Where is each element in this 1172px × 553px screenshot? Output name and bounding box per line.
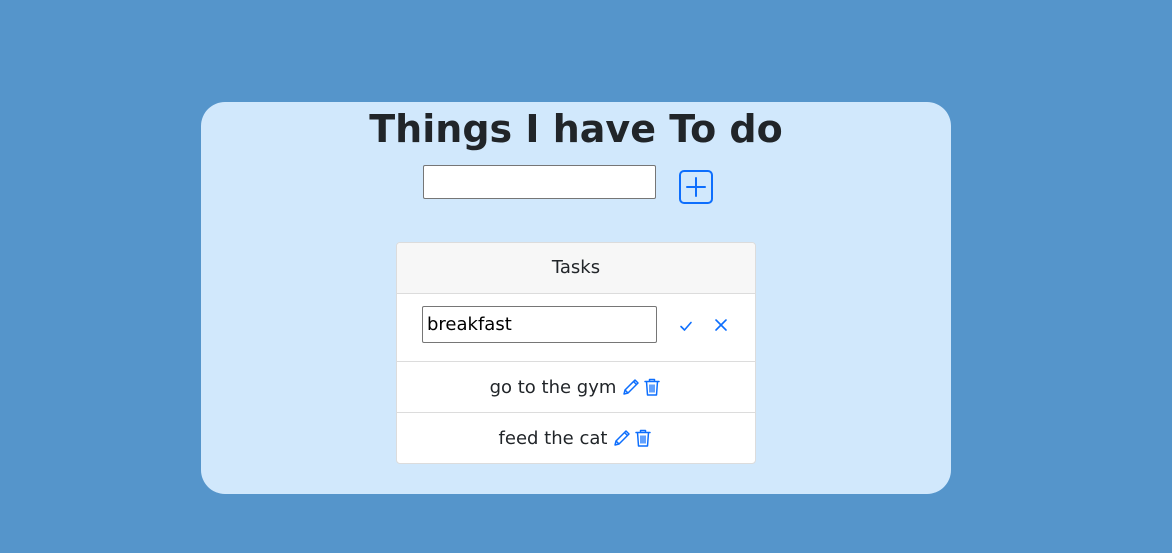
confirm-edit-button[interactable] xyxy=(679,320,693,332)
trash-icon xyxy=(644,378,661,396)
task-text: feed the cat xyxy=(498,427,608,449)
pencil-icon xyxy=(623,379,640,395)
delete-task-button[interactable] xyxy=(634,428,652,448)
add-task-button[interactable] xyxy=(679,170,713,204)
edit-task-button[interactable] xyxy=(612,428,632,448)
tasks-header: Tasks xyxy=(397,243,755,294)
new-task-input[interactable] xyxy=(423,165,656,199)
cancel-edit-button[interactable] xyxy=(714,318,728,332)
task-item: go to the gym xyxy=(397,362,755,413)
check-icon xyxy=(680,321,692,331)
delete-task-button[interactable] xyxy=(643,377,661,397)
plus-square-icon xyxy=(679,170,713,204)
trash-icon xyxy=(635,429,652,447)
edit-task-input[interactable] xyxy=(422,306,657,343)
edit-task-button[interactable] xyxy=(621,377,641,397)
tasks-list: Tasks go to the gym xyxy=(396,242,756,464)
task-text: go to the gym xyxy=(489,376,617,398)
x-icon xyxy=(715,319,727,331)
task-edit-row xyxy=(397,294,755,362)
todo-card: Things I have To do Tasks breakfast go t… xyxy=(201,102,951,494)
task-item: feed the cat xyxy=(397,413,755,463)
page-title: Things I have To do xyxy=(369,107,783,151)
pencil-icon xyxy=(614,430,631,446)
